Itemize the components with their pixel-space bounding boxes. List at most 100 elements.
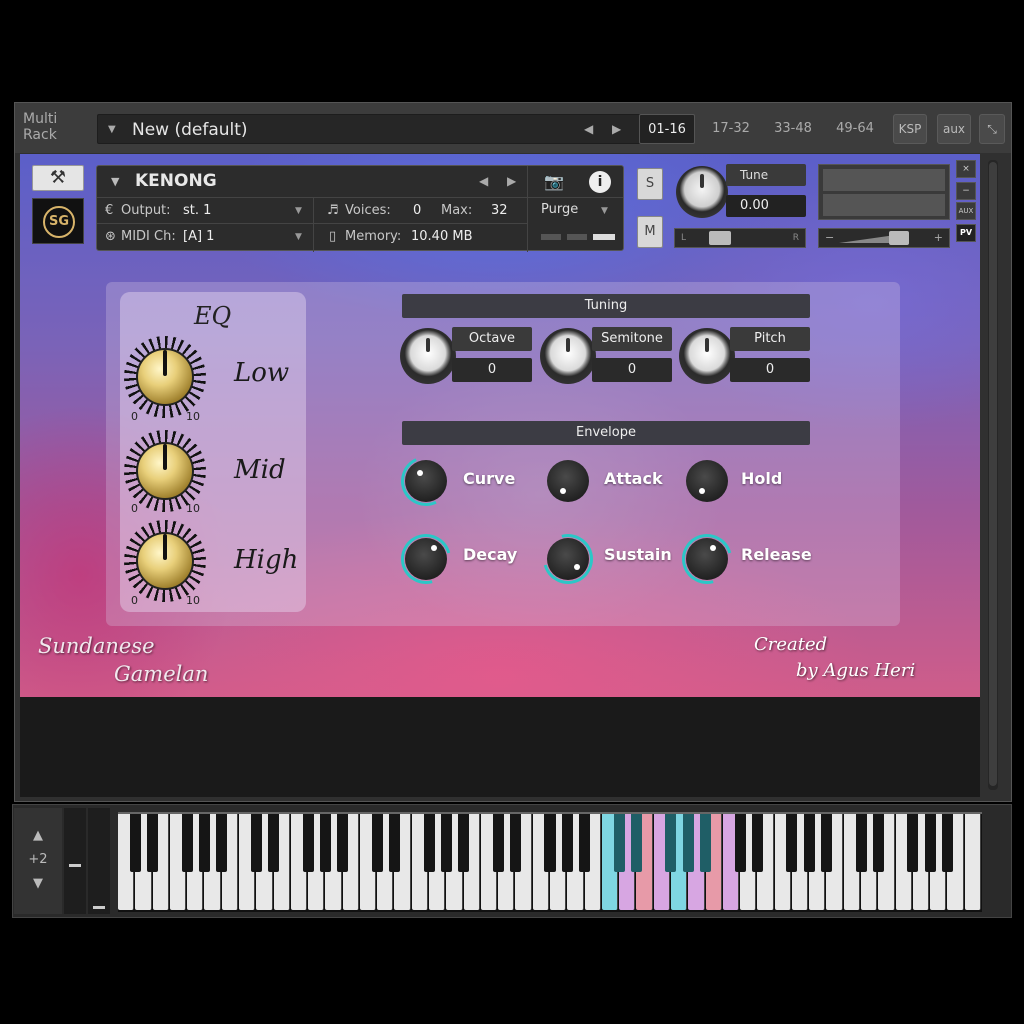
pitch-value[interactable]: 0 bbox=[730, 358, 810, 382]
camera-icon[interactable]: 📷 bbox=[541, 172, 567, 192]
black-key[interactable] bbox=[544, 814, 556, 872]
instrument-menu-arrow-icon[interactable]: ▼ bbox=[111, 175, 119, 188]
black-key[interactable] bbox=[423, 814, 435, 872]
black-key[interactable] bbox=[216, 814, 228, 872]
semitone-value[interactable]: 0 bbox=[592, 358, 672, 382]
next-instrument-icon[interactable]: ▶ bbox=[507, 174, 516, 188]
rack-tab-49-64[interactable]: 49-64 bbox=[827, 114, 883, 144]
black-key[interactable] bbox=[907, 814, 919, 872]
black-key[interactable] bbox=[682, 814, 694, 872]
black-key[interactable] bbox=[492, 814, 504, 872]
pv-button[interactable]: PV bbox=[956, 224, 976, 242]
volume-slider[interactable]: − + bbox=[818, 228, 950, 248]
dropdown-arrow-icon[interactable]: ▼ bbox=[108, 124, 116, 135]
black-key[interactable] bbox=[734, 814, 746, 872]
multi-rack-label[interactable]: Multi Rack bbox=[23, 111, 57, 143]
black-key[interactable] bbox=[388, 814, 400, 872]
black-key[interactable] bbox=[579, 814, 591, 872]
black-key[interactable] bbox=[803, 814, 815, 872]
decay-knob[interactable] bbox=[391, 524, 461, 594]
black-key[interactable] bbox=[198, 814, 210, 872]
preset-selector[interactable]: ▼ New (default) ◀ ▶ bbox=[97, 114, 643, 144]
tune-value[interactable]: 0.00 bbox=[726, 195, 806, 217]
octave-knob[interactable] bbox=[400, 328, 456, 384]
black-key[interactable] bbox=[665, 814, 677, 872]
white-key[interactable] bbox=[964, 814, 981, 910]
black-key[interactable] bbox=[613, 814, 625, 872]
eq-high-knob[interactable] bbox=[124, 520, 206, 602]
black-key[interactable] bbox=[699, 814, 712, 872]
wrench-icon[interactable]: ⚒ bbox=[32, 165, 84, 191]
black-key[interactable] bbox=[319, 814, 331, 872]
black-key[interactable] bbox=[630, 814, 642, 872]
prev-preset-icon[interactable]: ◀ bbox=[584, 122, 593, 136]
midi-value[interactable]: [A] 1 bbox=[183, 229, 214, 244]
hold-knob[interactable] bbox=[682, 456, 732, 506]
minimize-icon[interactable]: − bbox=[956, 182, 976, 200]
black-key[interactable] bbox=[440, 814, 452, 872]
solo-button[interactable]: S bbox=[637, 168, 663, 200]
scrollbar-thumb[interactable] bbox=[989, 162, 997, 786]
max-voices-value[interactable]: 32 bbox=[491, 203, 508, 218]
knob-indicator bbox=[560, 488, 566, 494]
tune-knob[interactable] bbox=[676, 166, 728, 218]
black-key[interactable] bbox=[181, 814, 193, 872]
octave-down-icon[interactable]: ▼ bbox=[14, 876, 62, 891]
mute-button[interactable]: M bbox=[637, 216, 663, 248]
aux-button[interactable]: aux bbox=[937, 114, 971, 144]
black-key[interactable] bbox=[786, 814, 798, 872]
pitch-wheel[interactable] bbox=[64, 808, 86, 914]
black-key[interactable] bbox=[267, 814, 280, 872]
release-knob[interactable] bbox=[672, 524, 742, 594]
rack-tab-01-16[interactable]: 01-16 bbox=[639, 114, 695, 144]
max-label: Max: bbox=[441, 203, 473, 218]
black-key[interactable] bbox=[250, 814, 262, 872]
black-key[interactable] bbox=[337, 814, 349, 872]
black-key[interactable] bbox=[941, 814, 953, 872]
black-key[interactable] bbox=[129, 814, 141, 872]
prev-instrument-icon[interactable]: ◀ bbox=[479, 174, 488, 188]
black-key[interactable] bbox=[458, 814, 470, 872]
rack-tab-17-32[interactable]: 17-32 bbox=[703, 114, 759, 144]
curve-knob[interactable] bbox=[393, 448, 459, 514]
eq-mid-knob[interactable] bbox=[124, 430, 206, 512]
pan-slider[interactable]: L R bbox=[674, 228, 806, 248]
semitone-knob[interactable] bbox=[540, 328, 596, 384]
output-dropdown-icon[interactable]: ▼ bbox=[295, 206, 302, 216]
black-key[interactable] bbox=[302, 814, 314, 872]
black-key[interactable] bbox=[561, 814, 573, 872]
rack-scrollbar[interactable] bbox=[988, 160, 998, 790]
ksp-button[interactable]: KSP bbox=[893, 114, 927, 144]
black-key[interactable] bbox=[872, 814, 884, 872]
piano-keyboard[interactable] bbox=[118, 814, 982, 912]
attack-knob[interactable] bbox=[543, 456, 593, 506]
pitch-knob[interactable] bbox=[679, 328, 735, 384]
black-key[interactable] bbox=[509, 814, 521, 872]
black-key[interactable] bbox=[751, 814, 763, 872]
next-preset-icon[interactable]: ▶ bbox=[612, 122, 621, 136]
black-key[interactable] bbox=[820, 814, 832, 872]
instrument-name[interactable]: KENONG bbox=[135, 171, 217, 191]
purge-menu[interactable]: Purge bbox=[541, 202, 578, 217]
pan-handle[interactable] bbox=[709, 231, 731, 245]
purge-dropdown-icon[interactable]: ▼ bbox=[601, 206, 608, 216]
rack-tab-33-48[interactable]: 33-48 bbox=[765, 114, 821, 144]
octave-up-icon[interactable]: ▲ bbox=[14, 828, 62, 843]
black-key[interactable] bbox=[147, 814, 159, 872]
black-key[interactable] bbox=[855, 814, 867, 872]
output-value[interactable]: st. 1 bbox=[183, 203, 211, 218]
octave-value[interactable]: 0 bbox=[452, 358, 532, 382]
black-key[interactable] bbox=[924, 814, 936, 872]
mod-wheel[interactable] bbox=[88, 808, 110, 914]
sustain-knob[interactable] bbox=[533, 524, 603, 594]
info-icon[interactable]: i bbox=[589, 171, 611, 193]
midi-dropdown-icon[interactable]: ▼ bbox=[295, 232, 302, 242]
close-icon[interactable]: × bbox=[956, 160, 976, 178]
collapse-icon[interactable]: ⤡ bbox=[979, 114, 1005, 144]
knob-indicator bbox=[163, 350, 167, 376]
black-key[interactable] bbox=[371, 814, 383, 872]
aux-send-button[interactable]: AUX bbox=[956, 202, 976, 220]
eq-low-knob[interactable] bbox=[124, 336, 206, 418]
volume-handle[interactable] bbox=[889, 231, 909, 245]
knob-body bbox=[547, 538, 589, 580]
